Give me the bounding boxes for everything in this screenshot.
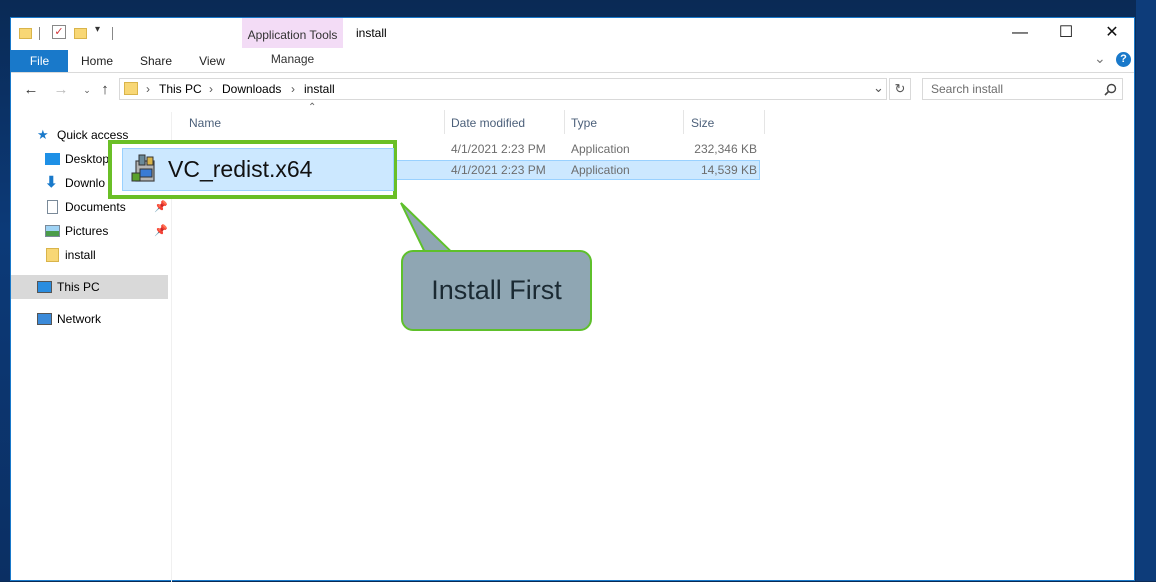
tab-view[interactable]: View — [193, 50, 231, 72]
tab-home[interactable]: Home — [77, 50, 117, 72]
computer-icon — [37, 281, 52, 293]
sidebar-item-pictures[interactable]: Pictures 📌 — [11, 219, 168, 243]
folder-icon — [124, 82, 138, 95]
back-arrow-icon[interactable]: ← — [21, 80, 41, 100]
star-icon: ★ — [37, 127, 49, 142]
column-header-size[interactable]: Size — [691, 110, 714, 136]
sidebar-item-label: Pictures — [65, 224, 109, 238]
column-header-name[interactable]: Name — [189, 110, 221, 136]
forward-arrow-icon[interactable]: → — [51, 80, 71, 100]
help-icon[interactable]: ? — [1116, 52, 1131, 67]
recent-locations-icon[interactable]: ⌄ — [77, 80, 97, 100]
breadcrumb-separator: › — [291, 82, 295, 96]
toolbar-divider — [112, 27, 113, 40]
breadcrumb-install[interactable]: install — [304, 82, 335, 96]
up-arrow-icon[interactable]: ↑ — [95, 80, 115, 100]
breadcrumb-separator: › — [146, 82, 150, 96]
chevron-down-icon[interactable]: ⌄ — [1094, 50, 1106, 67]
desktop-background-edge — [1136, 0, 1156, 581]
search-input[interactable]: Search install — [922, 78, 1123, 100]
address-bar[interactable]: › This PC › Downloads › install ⌄ — [119, 78, 887, 100]
column-header-type[interactable]: Type — [571, 110, 597, 136]
sidebar-item-label: Desktop — [65, 152, 110, 166]
sidebar-item-install[interactable]: install — [11, 243, 168, 267]
minimize-button[interactable]: — — [997, 18, 1043, 48]
pin-icon[interactable]: 📌 — [154, 219, 168, 243]
file-type: Application — [571, 163, 630, 177]
desktop-icon — [45, 153, 60, 165]
callout-bubble: Install First — [401, 250, 592, 331]
close-icon: ✕ — [1105, 24, 1119, 41]
application-tools-tab[interactable]: Application Tools — [242, 18, 343, 48]
breadcrumb-downloads[interactable]: Downloads — [222, 82, 281, 96]
breadcrumb-this-pc[interactable]: This PC — [159, 82, 202, 96]
sidebar-item-label: install — [65, 248, 96, 262]
file-explorer-window: ✓ ▾ Application Tools Manage install — ☐… — [10, 17, 1135, 582]
search-icon — [1104, 83, 1117, 96]
column-divider[interactable] — [764, 110, 765, 134]
file-type: Application — [571, 142, 630, 156]
column-header-date[interactable]: Date modified — [451, 110, 525, 136]
toolbar-divider — [39, 27, 40, 40]
minimize-icon: — — [1012, 24, 1028, 41]
sidebar-item-label: This PC — [57, 280, 100, 294]
sidebar-item-network[interactable]: Network — [11, 307, 168, 331]
window-title: install — [356, 26, 387, 40]
breadcrumb-separator: › — [209, 82, 213, 96]
highlighted-file-name: VC_redist.x64 — [168, 156, 313, 182]
column-divider[interactable] — [564, 110, 565, 134]
document-icon — [47, 200, 58, 214]
customize-toolbar-icon[interactable]: ▾ — [95, 24, 100, 35]
manage-tab[interactable]: Manage — [242, 48, 343, 70]
network-icon — [37, 313, 52, 325]
file-size: 14,539 KB — [700, 163, 757, 177]
properties-icon[interactable]: ✓ — [52, 25, 66, 39]
new-folder-icon[interactable] — [74, 28, 87, 39]
file-size: 232,346 KB — [694, 142, 757, 156]
folder-icon — [19, 28, 32, 39]
file-date: 4/1/2021 2:23 PM — [451, 163, 546, 177]
ribbon-divider — [11, 72, 1134, 73]
installer-icon — [131, 154, 155, 182]
tab-file[interactable]: File — [11, 50, 68, 72]
folder-icon — [46, 248, 59, 262]
column-divider[interactable] — [683, 110, 684, 134]
tab-share[interactable]: Share — [135, 50, 177, 72]
download-arrow-icon: ⬇ — [45, 174, 58, 191]
pictures-icon — [45, 225, 60, 237]
search-placeholder: Search install — [931, 82, 1004, 96]
maximize-icon: ☐ — [1058, 24, 1074, 41]
sidebar-item-label: Network — [57, 312, 102, 326]
column-divider[interactable] — [444, 110, 445, 134]
sort-ascending-icon: ⌃ — [308, 102, 317, 113]
sidebar-item-this-pc[interactable]: This PC — [11, 275, 168, 299]
file-date: 4/1/2021 2:23 PM — [451, 142, 546, 156]
close-button[interactable]: ✕ — [1089, 18, 1135, 48]
address-dropdown-icon[interactable]: ⌄ — [873, 80, 884, 96]
sidebar-item-label: Downlo — [65, 176, 106, 190]
refresh-icon[interactable]: ↻ — [889, 78, 911, 100]
maximize-button[interactable]: ☐ — [1043, 18, 1089, 48]
